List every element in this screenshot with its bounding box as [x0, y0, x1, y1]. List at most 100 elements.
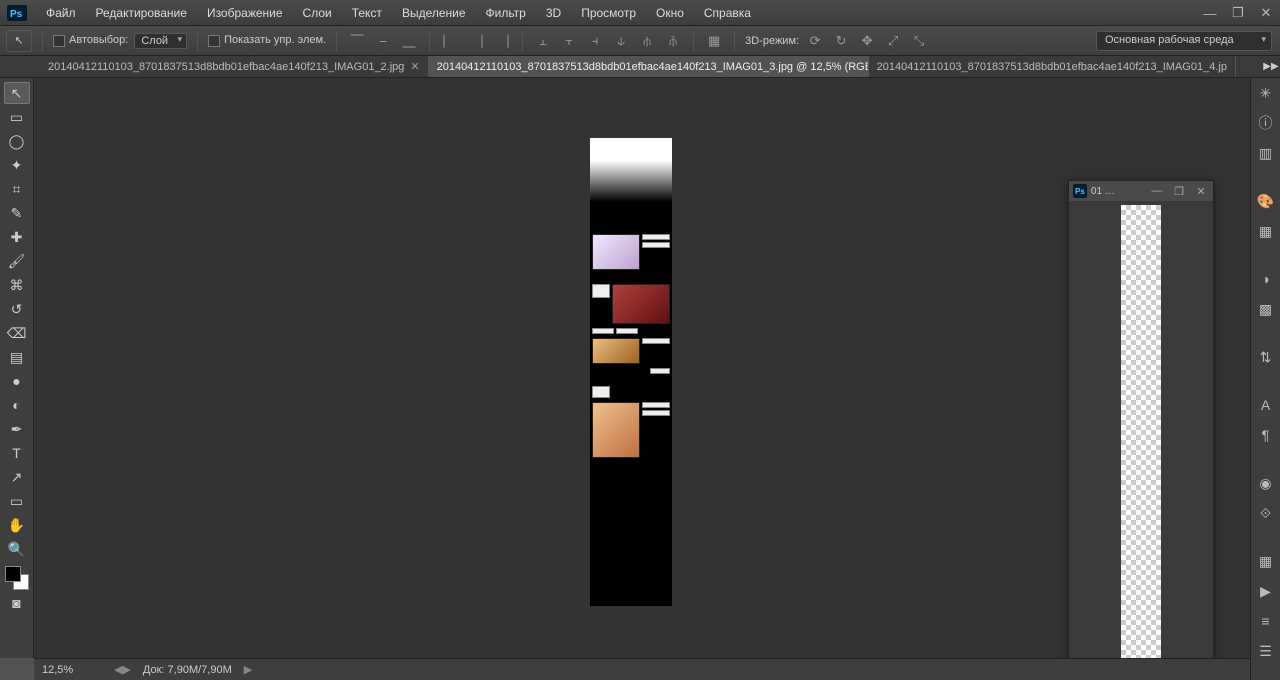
actions-panel-icon[interactable]: ▶: [1255, 580, 1277, 602]
swatches-panel-icon[interactable]: ▦: [1255, 220, 1277, 242]
paragraph-panel-icon[interactable]: ¶: [1255, 424, 1277, 446]
3d-scale-icon[interactable]: ⤡: [909, 31, 929, 51]
menu-edit[interactable]: Редактирование: [86, 0, 197, 25]
history-panel-icon[interactable]: ✳: [1255, 82, 1277, 104]
options-bar: ↖ Автовыбор: Слой Показать упр. элем. ⎺ …: [0, 26, 1280, 56]
menu-3d[interactable]: 3D: [536, 0, 571, 25]
history-brush-tool[interactable]: ↺: [4, 298, 30, 320]
gradient-tool[interactable]: ▤: [4, 346, 30, 368]
active-tool-icon[interactable]: ↖: [6, 30, 32, 52]
text-tool[interactable]: T: [4, 442, 30, 464]
histogram-panel-icon[interactable]: ▥: [1255, 142, 1277, 164]
tab-nav-right[interactable]: ▶▶: [1262, 56, 1280, 77]
zoom-stepper-icon[interactable]: ◀▶: [114, 663, 131, 676]
menu-type[interactable]: Текст: [342, 0, 392, 25]
crop-tool[interactable]: ⌗: [4, 178, 30, 200]
panel-minimize-button[interactable]: —: [1149, 185, 1165, 198]
distribute-hcenter-icon[interactable]: ⫛: [637, 31, 657, 51]
menu-view[interactable]: Просмотр: [571, 0, 646, 25]
zoom-value[interactable]: 12,5%: [42, 664, 102, 676]
move-tool[interactable]: ↖: [4, 82, 30, 104]
distribute-right-icon[interactable]: ⫚: [663, 31, 683, 51]
3d-pan-icon[interactable]: ✥: [857, 31, 877, 51]
eraser-tool[interactable]: ⌫: [4, 322, 30, 344]
pen-tool[interactable]: ✒: [4, 418, 30, 440]
align-hcenter-icon[interactable]: ⎹: [466, 31, 486, 51]
adjustments-panel-icon[interactable]: ◑: [1255, 268, 1277, 290]
eyedropper-tool[interactable]: ✎: [4, 202, 30, 224]
collapsed-panels: ✳ ⓘ ▥ 🎨 ▦ ◑ ▩ ⇅ A ¶ ◉ ⟐ ▦ ▶ ≡ ☰: [1250, 78, 1280, 680]
status-menu-icon[interactable]: ▶: [244, 663, 252, 676]
distribute-vcenter-icon[interactable]: ⫟: [559, 31, 579, 51]
align-panel-icon[interactable]: ⇅: [1255, 346, 1277, 368]
layer-dropdown[interactable]: Слой: [134, 33, 187, 49]
menu-layers[interactable]: Слои: [293, 0, 342, 25]
auto-select-label: Автовыбор:: [69, 34, 128, 46]
zoom-tool[interactable]: 🔍: [4, 538, 30, 560]
align-top-icon[interactable]: ⎺: [347, 31, 367, 51]
hand-tool[interactable]: ✋: [4, 514, 30, 536]
doc-size-label: Док: 7,90M/7,90M: [143, 664, 232, 676]
tab-close-icon[interactable]: ✕: [410, 60, 419, 73]
menu-file[interactable]: Файл: [36, 0, 86, 25]
foreground-color-swatch[interactable]: [5, 566, 21, 582]
separator: [336, 31, 337, 51]
document-tabs: 20140412110103_8701837513d8bdb01efbac4ae…: [0, 56, 1280, 78]
layers-panel-icon[interactable]: ▦: [1255, 550, 1277, 572]
svg-text:Ps: Ps: [10, 9, 23, 20]
color-swatches[interactable]: [5, 566, 29, 590]
info-panel-icon[interactable]: ⓘ: [1255, 112, 1277, 134]
distribute-left-icon[interactable]: ⫝: [611, 31, 631, 51]
panel-maximize-button[interactable]: ❐: [1171, 185, 1187, 198]
3d-rotate-icon[interactable]: ⟳: [805, 31, 825, 51]
window-maximize-button[interactable]: ❐: [1224, 0, 1252, 26]
character-panel-icon[interactable]: A: [1255, 394, 1277, 416]
separator: [197, 31, 198, 51]
distribute-bottom-icon[interactable]: ⫞: [585, 31, 605, 51]
separator: [42, 31, 43, 51]
align-vcenter-icon[interactable]: ⎯: [373, 31, 393, 51]
show-transform-checkbox[interactable]: Показать упр. элем.: [208, 34, 326, 46]
align-right-icon[interactable]: ⎹: [492, 31, 512, 51]
auto-align-icon[interactable]: ▦: [704, 31, 724, 51]
marquee-tool[interactable]: ▭: [4, 106, 30, 128]
doc-tab-2[interactable]: 20140412110103_8701837513d8bdb01efbac4ae…: [429, 56, 869, 77]
lasso-tool[interactable]: ◯: [4, 130, 30, 152]
3d-panel-icon[interactable]: ◉: [1255, 472, 1277, 494]
navigator-panel[interactable]: Ps 01 … — ❐ ✕ ⋰: [1068, 180, 1214, 658]
panel-close-button[interactable]: ✕: [1193, 185, 1209, 198]
document-canvas[interactable]: [590, 138, 672, 606]
menu-help[interactable]: Справка: [694, 0, 761, 25]
shape-tool[interactable]: ▭: [4, 490, 30, 512]
doc-tab-1[interactable]: 20140412110103_8701837513d8bdb01efbac4ae…: [40, 56, 429, 77]
tab-label: 20140412110103_8701837513d8bdb01efbac4ae…: [437, 61, 869, 73]
distribute-top-icon[interactable]: ⫠: [533, 31, 553, 51]
styles-panel-icon[interactable]: ▩: [1255, 298, 1277, 320]
3d-scene-panel-icon[interactable]: ⟐: [1255, 502, 1277, 524]
quick-mask-toggle[interactable]: ◙: [4, 592, 30, 614]
window-close-button[interactable]: ✕: [1252, 0, 1280, 26]
menu-select[interactable]: Выделение: [392, 0, 476, 25]
auto-select-checkbox[interactable]: Автовыбор:: [53, 34, 128, 46]
3d-roll-icon[interactable]: ↻: [831, 31, 851, 51]
workspace-dropdown[interactable]: Основная рабочая среда: [1096, 31, 1272, 51]
3d-slide-icon[interactable]: ⤢: [883, 31, 903, 51]
align-left-icon[interactable]: ⎸: [440, 31, 460, 51]
brush-tool[interactable]: 🖌: [4, 250, 30, 272]
align-bottom-icon[interactable]: ⎽: [399, 31, 419, 51]
navigator-titlebar[interactable]: Ps 01 … — ❐ ✕: [1069, 181, 1213, 201]
dodge-tool[interactable]: ◐: [4, 394, 30, 416]
healing-tool[interactable]: ✚: [4, 226, 30, 248]
color-panel-icon[interactable]: 🎨: [1255, 190, 1277, 212]
window-minimize-button[interactable]: —: [1196, 0, 1224, 26]
menu-window[interactable]: Окно: [646, 0, 694, 25]
menu-image[interactable]: Изображение: [197, 0, 293, 25]
measure-panel-icon[interactable]: ≡: [1255, 610, 1277, 632]
doc-tab-3[interactable]: 20140412110103_8701837513d8bdb01efbac4ae…: [869, 56, 1236, 77]
magic-wand-tool[interactable]: ✦: [4, 154, 30, 176]
menu-filter[interactable]: Фильтр: [476, 0, 536, 25]
path-select-tool[interactable]: ↗: [4, 466, 30, 488]
blur-tool[interactable]: ●: [4, 370, 30, 392]
stamp-tool[interactable]: ⌘: [4, 274, 30, 296]
more-panel-icon[interactable]: ☰: [1255, 640, 1277, 662]
